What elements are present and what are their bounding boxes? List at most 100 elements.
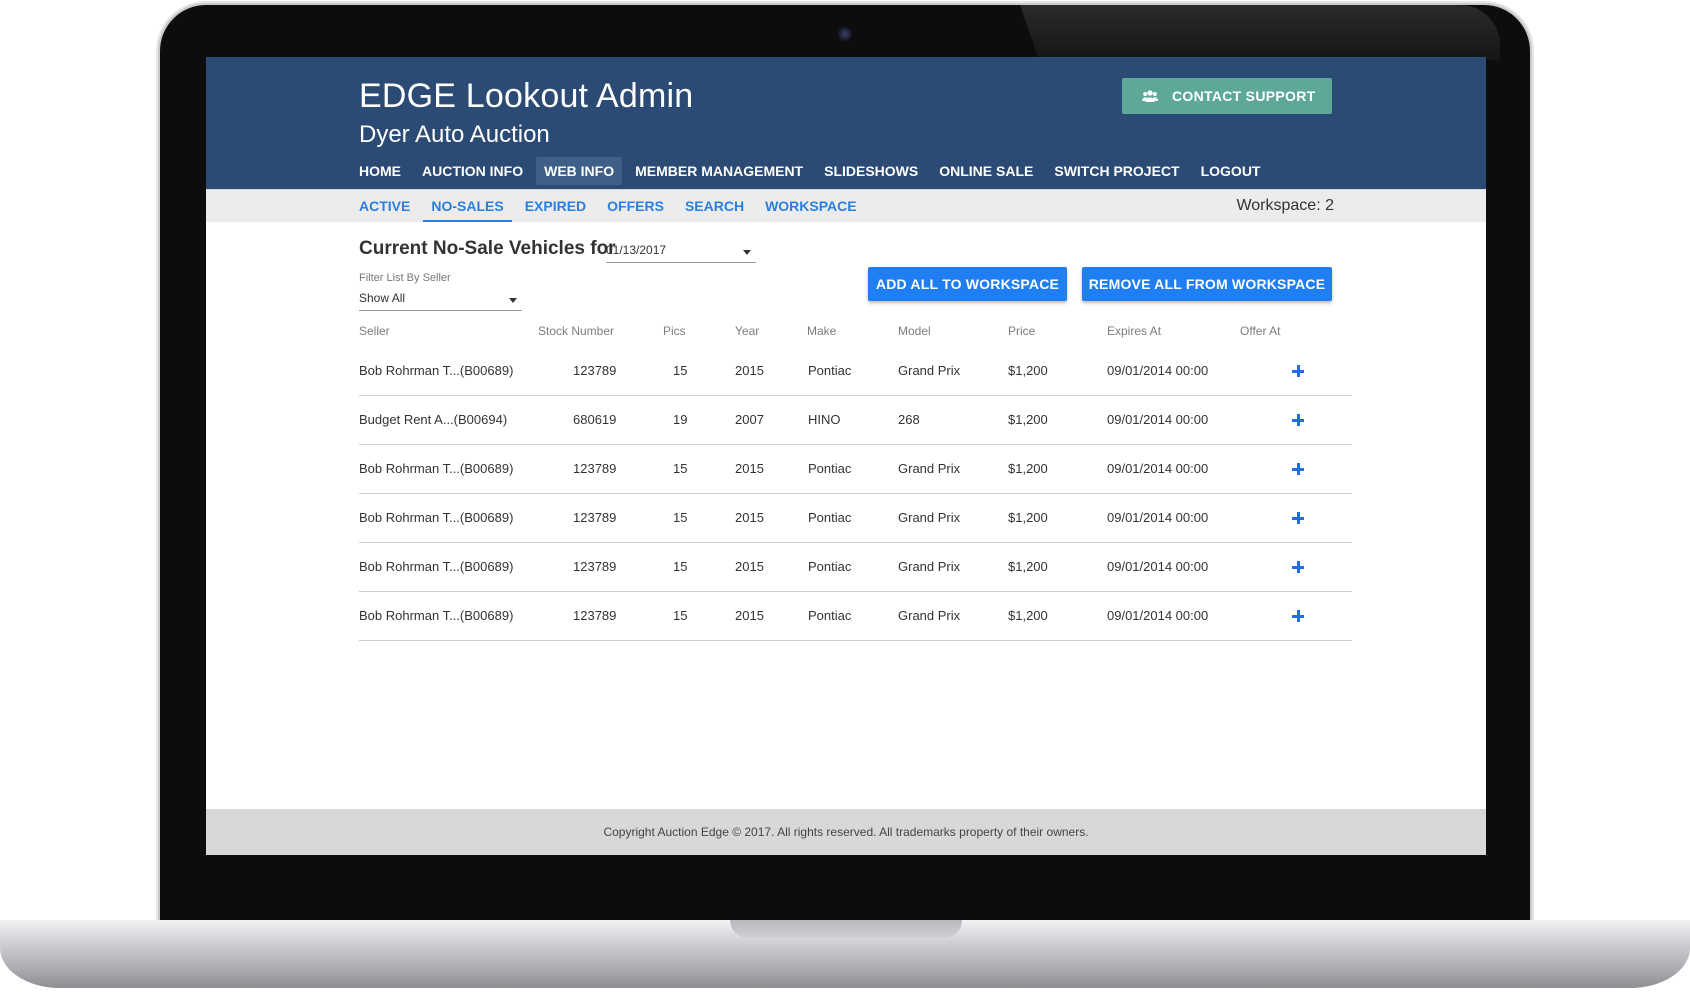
app-title: EDGE Lookout Admin (359, 77, 694, 115)
cell-price: $1,200 (1008, 510, 1048, 525)
footer: Copyright Auction Edge © 2017. All right… (206, 809, 1486, 855)
table-row: Bob Rohrman T...(B00689) 123789 15 2015 … (359, 347, 1352, 396)
add-all-to-workspace-button[interactable]: ADD ALL TO WORKSPACE (868, 267, 1067, 301)
tab-expired[interactable]: EXPIRED (517, 190, 594, 222)
cell-make: Pontiac (808, 608, 852, 623)
cell-seller: Bob Rohrman T...(B00689) (359, 461, 514, 476)
col-header-expires-at[interactable]: Expires At (1107, 315, 1161, 347)
cell-stock-number: 123789 (573, 363, 617, 378)
cell-year: 2015 (735, 461, 764, 476)
cell-pics: 19 (673, 412, 688, 427)
cell-seller: Bob Rohrman T...(B00689) (359, 608, 514, 623)
cell-stock-number: 123789 (573, 510, 617, 525)
cell-price: $1,200 (1008, 608, 1048, 623)
table-row: Bob Rohrman T...(B00689) 123789 15 2015 … (359, 543, 1352, 592)
cell-stock-number: 123789 (573, 461, 617, 476)
cell-expires-at: 09/01/2014 00:00 (1107, 608, 1209, 623)
nav-logout[interactable]: LOGOUT (1193, 157, 1269, 185)
cell-price: $1,200 (1008, 412, 1048, 427)
cell-year: 2015 (735, 608, 764, 623)
table-row: Bob Rohrman T...(B00689) 123789 15 2015 … (359, 445, 1352, 494)
cell-pics: 15 (673, 510, 688, 525)
seller-filter-label: Filter List By Seller (359, 272, 451, 284)
app-header: EDGE Lookout Admin Dyer Auto Auction CON… (206, 57, 1486, 189)
nav-online-sale[interactable]: ONLINE SALE (931, 157, 1041, 185)
cell-expires-at: 09/01/2014 00:00 (1107, 412, 1209, 427)
plus-icon[interactable] (1292, 414, 1304, 426)
seller-filter-select[interactable]: Show All (359, 288, 522, 311)
col-header-price[interactable]: Price (1008, 315, 1035, 347)
seller-filter-value: Show All (359, 291, 406, 305)
col-header-seller[interactable]: Seller (359, 315, 390, 347)
plus-icon[interactable] (1292, 365, 1304, 377)
cell-pics: 15 (673, 363, 688, 378)
cell-expires-at: 09/01/2014 00:00 (1107, 559, 1209, 574)
cell-stock-number: 123789 (573, 608, 617, 623)
cell-pics: 15 (673, 461, 688, 476)
cell-model: Grand Prix (898, 363, 961, 378)
cell-expires-at: 09/01/2014 00:00 (1107, 510, 1209, 525)
col-header-stock-number[interactable]: Stock Number (538, 315, 614, 347)
cell-model: Grand Prix (898, 510, 961, 525)
cell-make: Pontiac (808, 461, 852, 476)
cell-year: 2007 (735, 412, 764, 427)
cell-stock-number: 123789 (573, 559, 617, 574)
nav-auction-info[interactable]: AUCTION INFO (414, 157, 531, 185)
users-icon (1142, 90, 1158, 102)
cell-price: $1,200 (1008, 559, 1048, 574)
cell-year: 2015 (735, 559, 764, 574)
cell-model: Grand Prix (898, 608, 961, 623)
cell-expires-at: 09/01/2014 00:00 (1107, 363, 1209, 378)
cell-model: Grand Prix (898, 461, 961, 476)
cell-expires-at: 09/01/2014 00:00 (1107, 461, 1209, 476)
cell-pics: 15 (673, 559, 688, 574)
cell-price: $1,200 (1008, 461, 1048, 476)
col-header-make[interactable]: Make (807, 315, 836, 347)
contact-support-button[interactable]: CONTACT SUPPORT (1122, 78, 1332, 114)
plus-icon[interactable] (1292, 610, 1304, 622)
tab-workspace[interactable]: WORKSPACE (757, 190, 865, 222)
cell-seller: Bob Rohrman T...(B00689) (359, 510, 514, 525)
contact-support-label: CONTACT SUPPORT (1172, 88, 1316, 104)
col-header-offer-at[interactable]: Offer At (1240, 315, 1280, 347)
cell-stock-number: 680619 (573, 412, 617, 427)
webcam (838, 27, 852, 41)
cell-year: 2015 (735, 363, 764, 378)
cell-model: 268 (898, 412, 920, 427)
col-header-model[interactable]: Model (898, 315, 931, 347)
lid-reflection (1020, 5, 1500, 60)
page-title: Current No-Sale Vehicles for (359, 238, 616, 259)
table-header: Seller Stock Number Pics Year Make Model… (359, 315, 1352, 347)
cell-pics: 15 (673, 608, 688, 623)
cell-year: 2015 (735, 510, 764, 525)
nav-home[interactable]: HOME (351, 157, 409, 185)
cell-seller: Budget Rent A...(B00694) (359, 412, 508, 427)
chevron-down-icon (509, 298, 517, 303)
col-header-year[interactable]: Year (735, 315, 759, 347)
tab-no-sales[interactable]: NO-SALES (423, 190, 513, 222)
cell-make: Pontiac (808, 510, 852, 525)
tab-search[interactable]: SEARCH (677, 190, 752, 222)
laptop-screen: EDGE Lookout Admin Dyer Auto Auction CON… (206, 57, 1486, 855)
plus-icon[interactable] (1292, 512, 1304, 524)
nav-web-info[interactable]: WEB INFO (536, 157, 623, 185)
tab-active[interactable]: ACTIVE (351, 190, 418, 222)
cell-price: $1,200 (1008, 363, 1048, 378)
date-select[interactable]: 01/13/2017 (606, 240, 756, 263)
remove-all-from-workspace-button[interactable]: REMOVE ALL FROM WORKSPACE (1082, 267, 1332, 301)
tab-offers[interactable]: OFFERS (599, 190, 672, 222)
col-header-pics[interactable]: Pics (663, 315, 686, 347)
table-row: Bob Rohrman T...(B00689) 123789 15 2015 … (359, 592, 1352, 641)
nav-slideshows[interactable]: SLIDESHOWS (816, 157, 926, 185)
auction-name: Dyer Auto Auction (359, 121, 550, 148)
plus-icon[interactable] (1292, 463, 1304, 475)
table-row: Budget Rent A...(B00694) 680619 19 2007 … (359, 396, 1352, 445)
cell-model: Grand Prix (898, 559, 961, 574)
table-row: Bob Rohrman T...(B00689) 123789 15 2015 … (359, 494, 1352, 543)
chevron-down-icon (743, 250, 751, 255)
no-sale-table: Seller Stock Number Pics Year Make Model… (359, 315, 1352, 641)
cell-seller: Bob Rohrman T...(B00689) (359, 363, 514, 378)
plus-icon[interactable] (1292, 561, 1304, 573)
nav-member-management[interactable]: MEMBER MANAGEMENT (627, 157, 811, 185)
nav-switch-project[interactable]: SWITCH PROJECT (1046, 157, 1187, 185)
